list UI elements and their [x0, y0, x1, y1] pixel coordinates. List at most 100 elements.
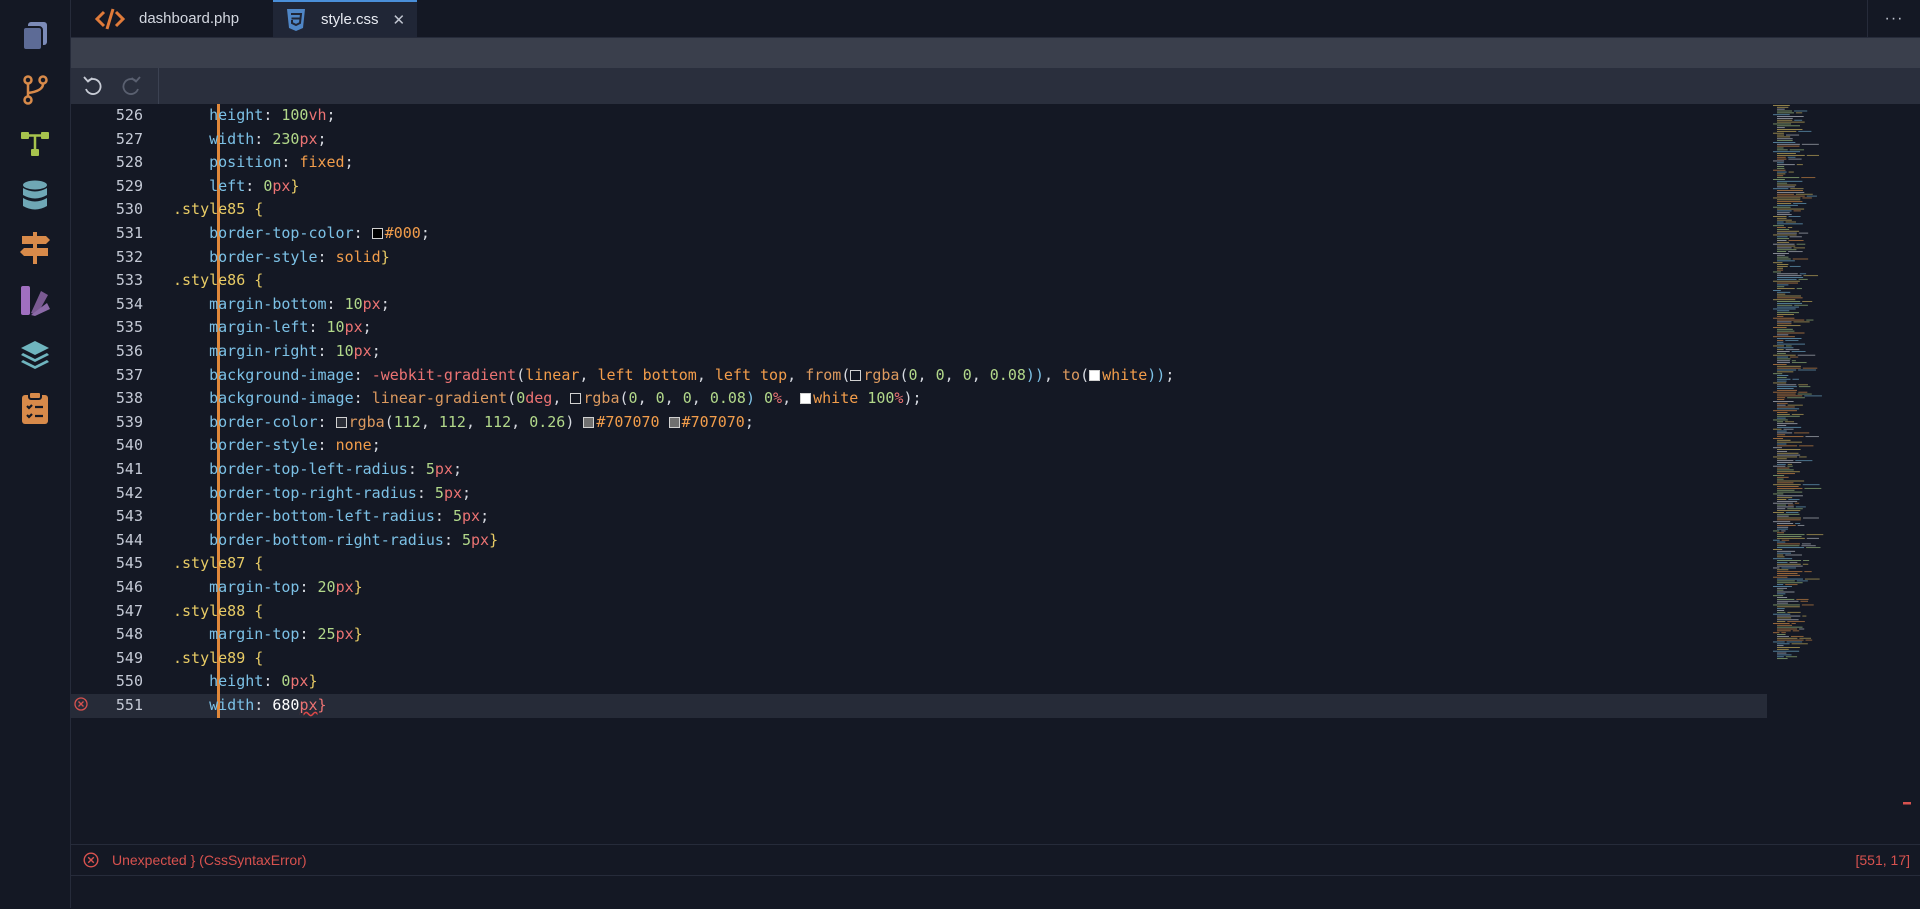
files-icon[interactable]: [17, 18, 53, 54]
code-line: 526 height: 100vh;: [71, 104, 1767, 128]
cursor-position: [551, 17]: [1855, 852, 1911, 868]
problems-bar[interactable]: Unexpected } (CssSyntaxError) [551, 17]: [71, 844, 1920, 875]
line-number: 541: [115, 460, 143, 478]
line-number: 528: [115, 153, 143, 172]
line-number: 540: [115, 436, 143, 455]
line-number: 532: [115, 247, 143, 266]
code-text: border-top-color: #000;: [209, 224, 430, 242]
git-branch-icon[interactable]: [17, 72, 53, 108]
line-number: 551: [115, 696, 143, 714]
code-text: background-image: linear-gradient(0deg, …: [209, 389, 922, 408]
color-swatch[interactable]: [850, 369, 862, 381]
line-number: 543: [115, 507, 143, 526]
code-line: 527 width: 230px;: [71, 127, 1767, 152]
line-number: 544: [115, 530, 143, 549]
more-icon[interactable]: ···: [1867, 0, 1920, 37]
line-number: 542: [115, 483, 143, 502]
code-text: border-bottom-left-radius: 5px;: [209, 507, 490, 526]
code-text: margin-top: 20px}: [209, 578, 363, 596]
line-number: 529: [115, 176, 143, 195]
error-icon: [83, 852, 99, 873]
database-icon[interactable]: [17, 178, 53, 214]
tab-label: dashboard.php: [139, 10, 240, 27]
editor-toolbar: [71, 68, 1920, 104]
signpost-icon[interactable]: [17, 230, 53, 266]
code-text: border-color: rgba(112, 112, 112, 0.26) …: [209, 412, 754, 431]
code-line: 550 height: 0px}: [71, 670, 1767, 694]
code-line: 543 border-bottom-left-radius: 5px;: [71, 505, 1767, 529]
code-text: border-bottom-right-radius: 5px}: [209, 530, 499, 549]
footer-bar: [71, 875, 1920, 909]
close-icon[interactable]: ✕: [393, 11, 406, 29]
code-line: 530 .style85 {: [71, 198, 1767, 222]
css-icon: [285, 8, 307, 32]
color-swatch[interactable]: [335, 416, 347, 428]
code-text: margin-right: 10px;: [209, 342, 381, 360]
line-number: 547: [115, 601, 143, 620]
undo-icon[interactable]: [81, 74, 105, 98]
line-number: 526: [115, 106, 143, 124]
code-text: margin-bottom: 10px;: [209, 294, 390, 313]
tab-label: style.css: [321, 11, 379, 28]
line-number: 538: [115, 389, 143, 408]
line-number: 536: [115, 342, 143, 360]
code-editor[interactable]: 526 height: 100vh; 527 width: 230px; 528…: [71, 104, 1920, 844]
color-swatch[interactable]: [800, 393, 812, 405]
code-line: 546 margin-top: 20px}: [71, 576, 1767, 600]
line-number: 550: [115, 672, 143, 691]
line-number: 535: [115, 318, 143, 337]
code-line: 549 .style89 {: [71, 646, 1767, 671]
code-text: height: 100vh;: [209, 106, 336, 124]
code-text: margin-top: 25px}: [209, 625, 363, 644]
line-number: 548: [115, 625, 143, 644]
code-text: width: 230px;: [209, 129, 327, 148]
color-swatch[interactable]: [583, 416, 595, 428]
code-line: 538 background-image: linear-gradient(0d…: [71, 387, 1767, 411]
line-number: 549: [115, 648, 143, 667]
code-line: 529 left: 0px}: [71, 174, 1767, 199]
line-number: 537: [115, 365, 143, 384]
clipboard-icon[interactable]: [17, 390, 53, 426]
code-text: border-top-right-radius: 5px;: [209, 483, 472, 502]
code-text: border-top-left-radius: 5px;: [209, 460, 462, 478]
line-number: 530: [115, 200, 143, 219]
code-line: 547 .style88 {: [71, 599, 1767, 624]
minimap[interactable]: [1771, 105, 1911, 805]
line-number: 533: [115, 271, 143, 290]
code-line: 534 margin-bottom: 10px;: [71, 292, 1767, 317]
code-line: 548 margin-top: 25px}: [71, 623, 1767, 647]
color-swatch[interactable]: [371, 228, 383, 239]
tab-style-css[interactable]: style.css ✕: [273, 0, 417, 37]
color-swatch[interactable]: [1089, 369, 1101, 381]
code-text: .style87 {: [173, 554, 264, 573]
code-line: 539 border-color: rgba(112, 112, 112, 0.…: [71, 410, 1767, 435]
tab-dashboard-php[interactable]: dashboard.php: [83, 0, 273, 37]
error-message: Unexpected } (CssSyntaxError): [112, 852, 307, 868]
breadcrumb-bar: [71, 38, 1920, 68]
activity-bar: [0, 0, 71, 908]
line-number: 527: [115, 129, 143, 148]
code-text: position: fixed;: [209, 153, 354, 172]
line-number: 534: [115, 294, 143, 313]
code-text: .style85 {: [173, 200, 264, 219]
code-text: margin-left: 10px;: [209, 318, 372, 337]
color-swatch[interactable]: [668, 416, 680, 428]
design-tools-icon[interactable]: [17, 283, 53, 319]
code-line: 533 .style86 {: [71, 269, 1767, 293]
line-number: 539: [115, 412, 143, 431]
code-line-current: 551 width: 680px}: [71, 694, 1767, 718]
code-text: left: 0px}: [209, 176, 300, 195]
code-line: 535 margin-left: 10px;: [71, 316, 1767, 340]
layers-icon[interactable]: [17, 336, 53, 372]
hierarchy-icon[interactable]: [17, 126, 53, 162]
code-line: 537 background-image: -webkit-gradient(l…: [71, 363, 1767, 388]
redo-icon[interactable]: [119, 74, 143, 98]
color-swatch[interactable]: [570, 393, 582, 405]
code-text: border-style: solid}: [209, 247, 390, 266]
code-text: height: 0px}: [209, 672, 318, 691]
code-icon: [95, 8, 125, 30]
tab-bar: dashboard.php style.css ✕ ···: [71, 0, 1920, 38]
code-text: .style86 {: [173, 271, 264, 290]
code-text: background-image: -webkit-gradient(linea…: [209, 365, 1175, 384]
code-line: 542 border-top-right-radius: 5px;: [71, 481, 1767, 506]
